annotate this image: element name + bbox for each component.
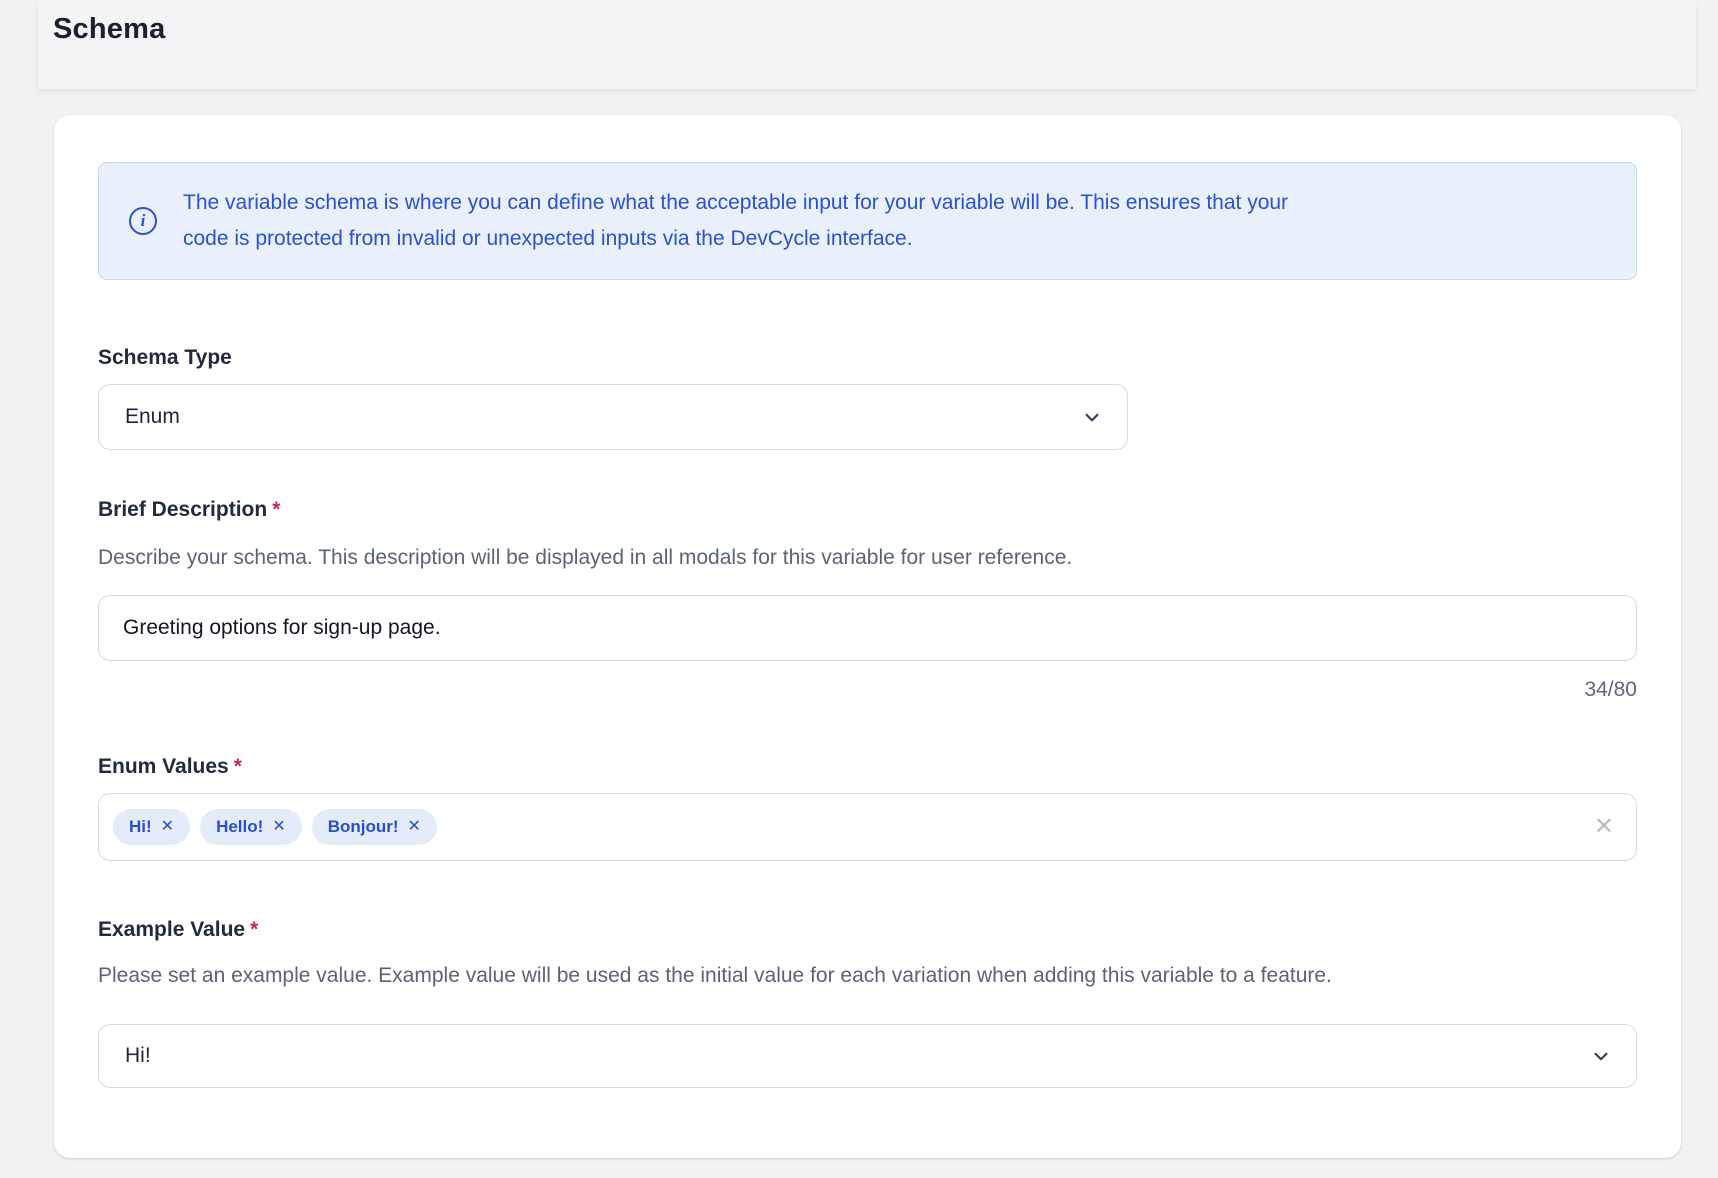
example-value-select[interactable]: Hi! bbox=[98, 1024, 1637, 1088]
info-banner-text: The variable schema is where you can def… bbox=[183, 185, 1288, 257]
info-banner-line-1: The variable schema is where you can def… bbox=[183, 185, 1288, 221]
chevron-down-icon bbox=[1081, 406, 1103, 428]
info-icon: i bbox=[129, 207, 157, 235]
enum-value-tag-label: Hi! bbox=[129, 817, 152, 837]
tag-remove-icon[interactable]: ✕ bbox=[272, 819, 285, 835]
schema-card: i The variable schema is where you can d… bbox=[54, 115, 1681, 1158]
info-banner: i The variable schema is where you can d… bbox=[98, 162, 1637, 280]
page-header: Schema bbox=[38, 0, 1696, 89]
schema-type-label: Schema Type bbox=[98, 346, 232, 370]
page-title: Schema bbox=[53, 13, 165, 46]
enum-values-label: Enum Values* bbox=[98, 755, 242, 779]
brief-description-label: Brief Description* bbox=[98, 498, 280, 522]
tag-remove-icon[interactable]: ✕ bbox=[408, 819, 421, 835]
info-banner-line-2: code is protected from invalid or unexpe… bbox=[183, 221, 1288, 257]
example-value-helper: Please set an example value. Example val… bbox=[98, 963, 1637, 989]
example-value-label: Example Value* bbox=[98, 918, 258, 942]
brief-description-helper: Describe your schema. This description w… bbox=[98, 545, 1637, 571]
schema-type-select-value: Enum bbox=[99, 405, 180, 429]
enum-value-tag: Bonjour! ✕ bbox=[312, 809, 437, 845]
chevron-down-icon bbox=[1590, 1045, 1612, 1067]
required-asterisk: * bbox=[250, 918, 258, 941]
enum-value-tag-label: Bonjour! bbox=[328, 817, 399, 837]
required-asterisk: * bbox=[234, 755, 242, 778]
char-counter: 34/80 bbox=[1584, 678, 1637, 702]
enum-value-tag-label: Hello! bbox=[216, 817, 263, 837]
screen: Schema i The variable schema is where yo… bbox=[0, 0, 1718, 1178]
enum-values-input[interactable]: Hi! ✕ Hello! ✕ Bonjour! ✕ ✕ bbox=[98, 793, 1637, 861]
enum-value-tag: Hello! ✕ bbox=[200, 809, 302, 845]
clear-all-icon[interactable]: ✕ bbox=[1594, 815, 1614, 839]
enum-value-tag: Hi! ✕ bbox=[113, 809, 190, 845]
example-value-select-value: Hi! bbox=[99, 1044, 151, 1068]
schema-type-select[interactable]: Enum bbox=[98, 384, 1128, 450]
enum-values-tags: Hi! ✕ Hello! ✕ Bonjour! ✕ bbox=[113, 809, 437, 845]
required-asterisk: * bbox=[272, 498, 280, 521]
tag-remove-icon[interactable]: ✕ bbox=[161, 819, 174, 835]
brief-description-input[interactable] bbox=[98, 595, 1637, 661]
